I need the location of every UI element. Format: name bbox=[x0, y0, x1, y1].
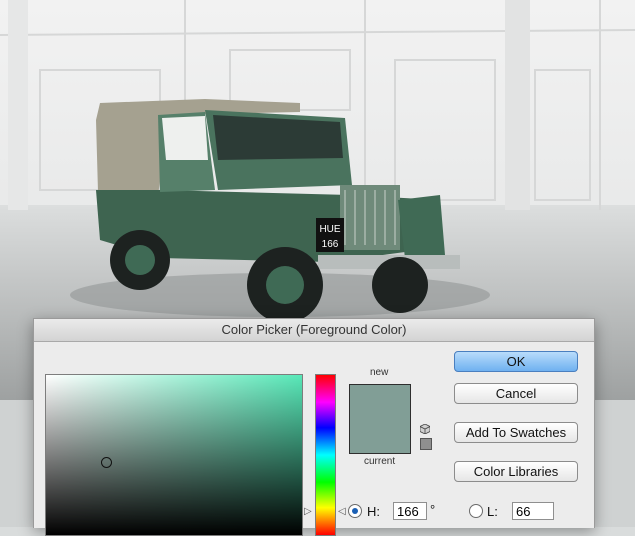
hue-radio[interactable] bbox=[348, 504, 362, 518]
add-to-swatches-button[interactable]: Add To Swatches bbox=[454, 422, 578, 443]
color-field-marker[interactable] bbox=[101, 457, 112, 468]
new-color-label: new bbox=[370, 367, 389, 378]
degree-unit: ° bbox=[430, 502, 436, 517]
lightness-radio[interactable] bbox=[469, 504, 483, 518]
ok-button[interactable]: OK bbox=[454, 351, 578, 372]
websafe-cube-icon[interactable] bbox=[420, 424, 430, 434]
plate-line2: 166 bbox=[322, 239, 339, 250]
current-color-swatch[interactable] bbox=[349, 419, 411, 454]
dialog-title[interactable]: Color Picker (Foreground Color) bbox=[34, 319, 594, 342]
hue-input[interactable] bbox=[393, 502, 427, 520]
plate-line1: HUE bbox=[319, 224, 340, 235]
websafe-color-swatch[interactable] bbox=[420, 438, 432, 450]
lightness-label: L: bbox=[487, 504, 498, 519]
cancel-button[interactable]: Cancel bbox=[454, 383, 578, 404]
hue-slider-right-arrow[interactable]: ◁ bbox=[338, 506, 346, 517]
color-field[interactable] bbox=[45, 374, 303, 536]
color-libraries-button[interactable]: Color Libraries bbox=[454, 461, 578, 482]
hue-label: H: bbox=[367, 504, 380, 519]
new-color-swatch bbox=[349, 384, 411, 420]
color-picker-dialog: Color Picker (Foreground Color) ▷ ◁ new … bbox=[33, 318, 595, 536]
hue-slider-left-arrow[interactable]: ▷ bbox=[304, 506, 312, 517]
hue-slider[interactable] bbox=[315, 374, 336, 536]
lightness-input[interactable] bbox=[512, 502, 554, 520]
current-color-label: current bbox=[364, 456, 396, 467]
